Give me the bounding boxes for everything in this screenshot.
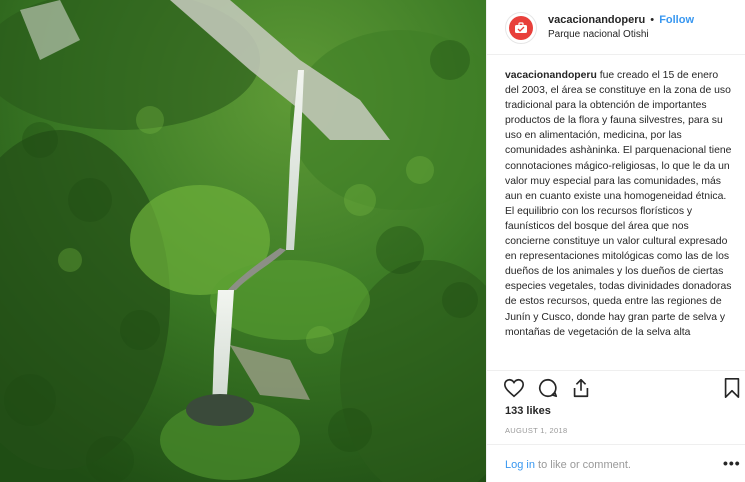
post-date[interactable]: AUGUST 1, 2018 xyxy=(505,426,567,435)
caption-area[interactable]: vacacionandoperu fue creado el 15 de ene… xyxy=(505,68,733,368)
login-prompt-text: to like or comment. xyxy=(534,459,631,471)
caption: vacacionandoperu fue creado el 15 de ene… xyxy=(505,68,733,340)
waterfall-photo xyxy=(0,0,486,482)
post-photo[interactable] xyxy=(0,0,486,482)
caption-text: fue creado el 15 de enero del 2003, el á… xyxy=(505,70,732,338)
avatar[interactable] xyxy=(505,12,537,44)
caption-username[interactable]: vacacionandoperu xyxy=(505,70,597,81)
location-link[interactable]: Parque nacional Otishi xyxy=(548,29,649,40)
user-line: vacacionandoperu • Follow xyxy=(548,14,694,26)
share-icon[interactable] xyxy=(570,377,592,399)
heart-icon[interactable] xyxy=(503,377,525,399)
post-header: vacacionandoperu • Follow Parque naciona… xyxy=(487,0,745,55)
comment-footer: Log in to like or comment. ••• xyxy=(487,444,745,482)
likes-count[interactable]: 133 likes xyxy=(505,405,551,417)
action-bar xyxy=(487,370,745,404)
login-link[interactable]: Log in xyxy=(505,459,535,471)
username-link[interactable]: vacacionandoperu xyxy=(548,14,645,26)
bookmark-icon[interactable] xyxy=(721,377,743,399)
separator-dot: • xyxy=(650,14,655,26)
more-options-icon[interactable]: ••• xyxy=(723,455,741,471)
comment-icon[interactable] xyxy=(537,377,559,399)
follow-button[interactable]: Follow xyxy=(659,14,694,26)
post-panel: vacacionandoperu • Follow Parque naciona… xyxy=(486,0,745,482)
suitcase-icon xyxy=(509,16,533,40)
login-prompt: Log in to like or comment. xyxy=(505,459,631,471)
